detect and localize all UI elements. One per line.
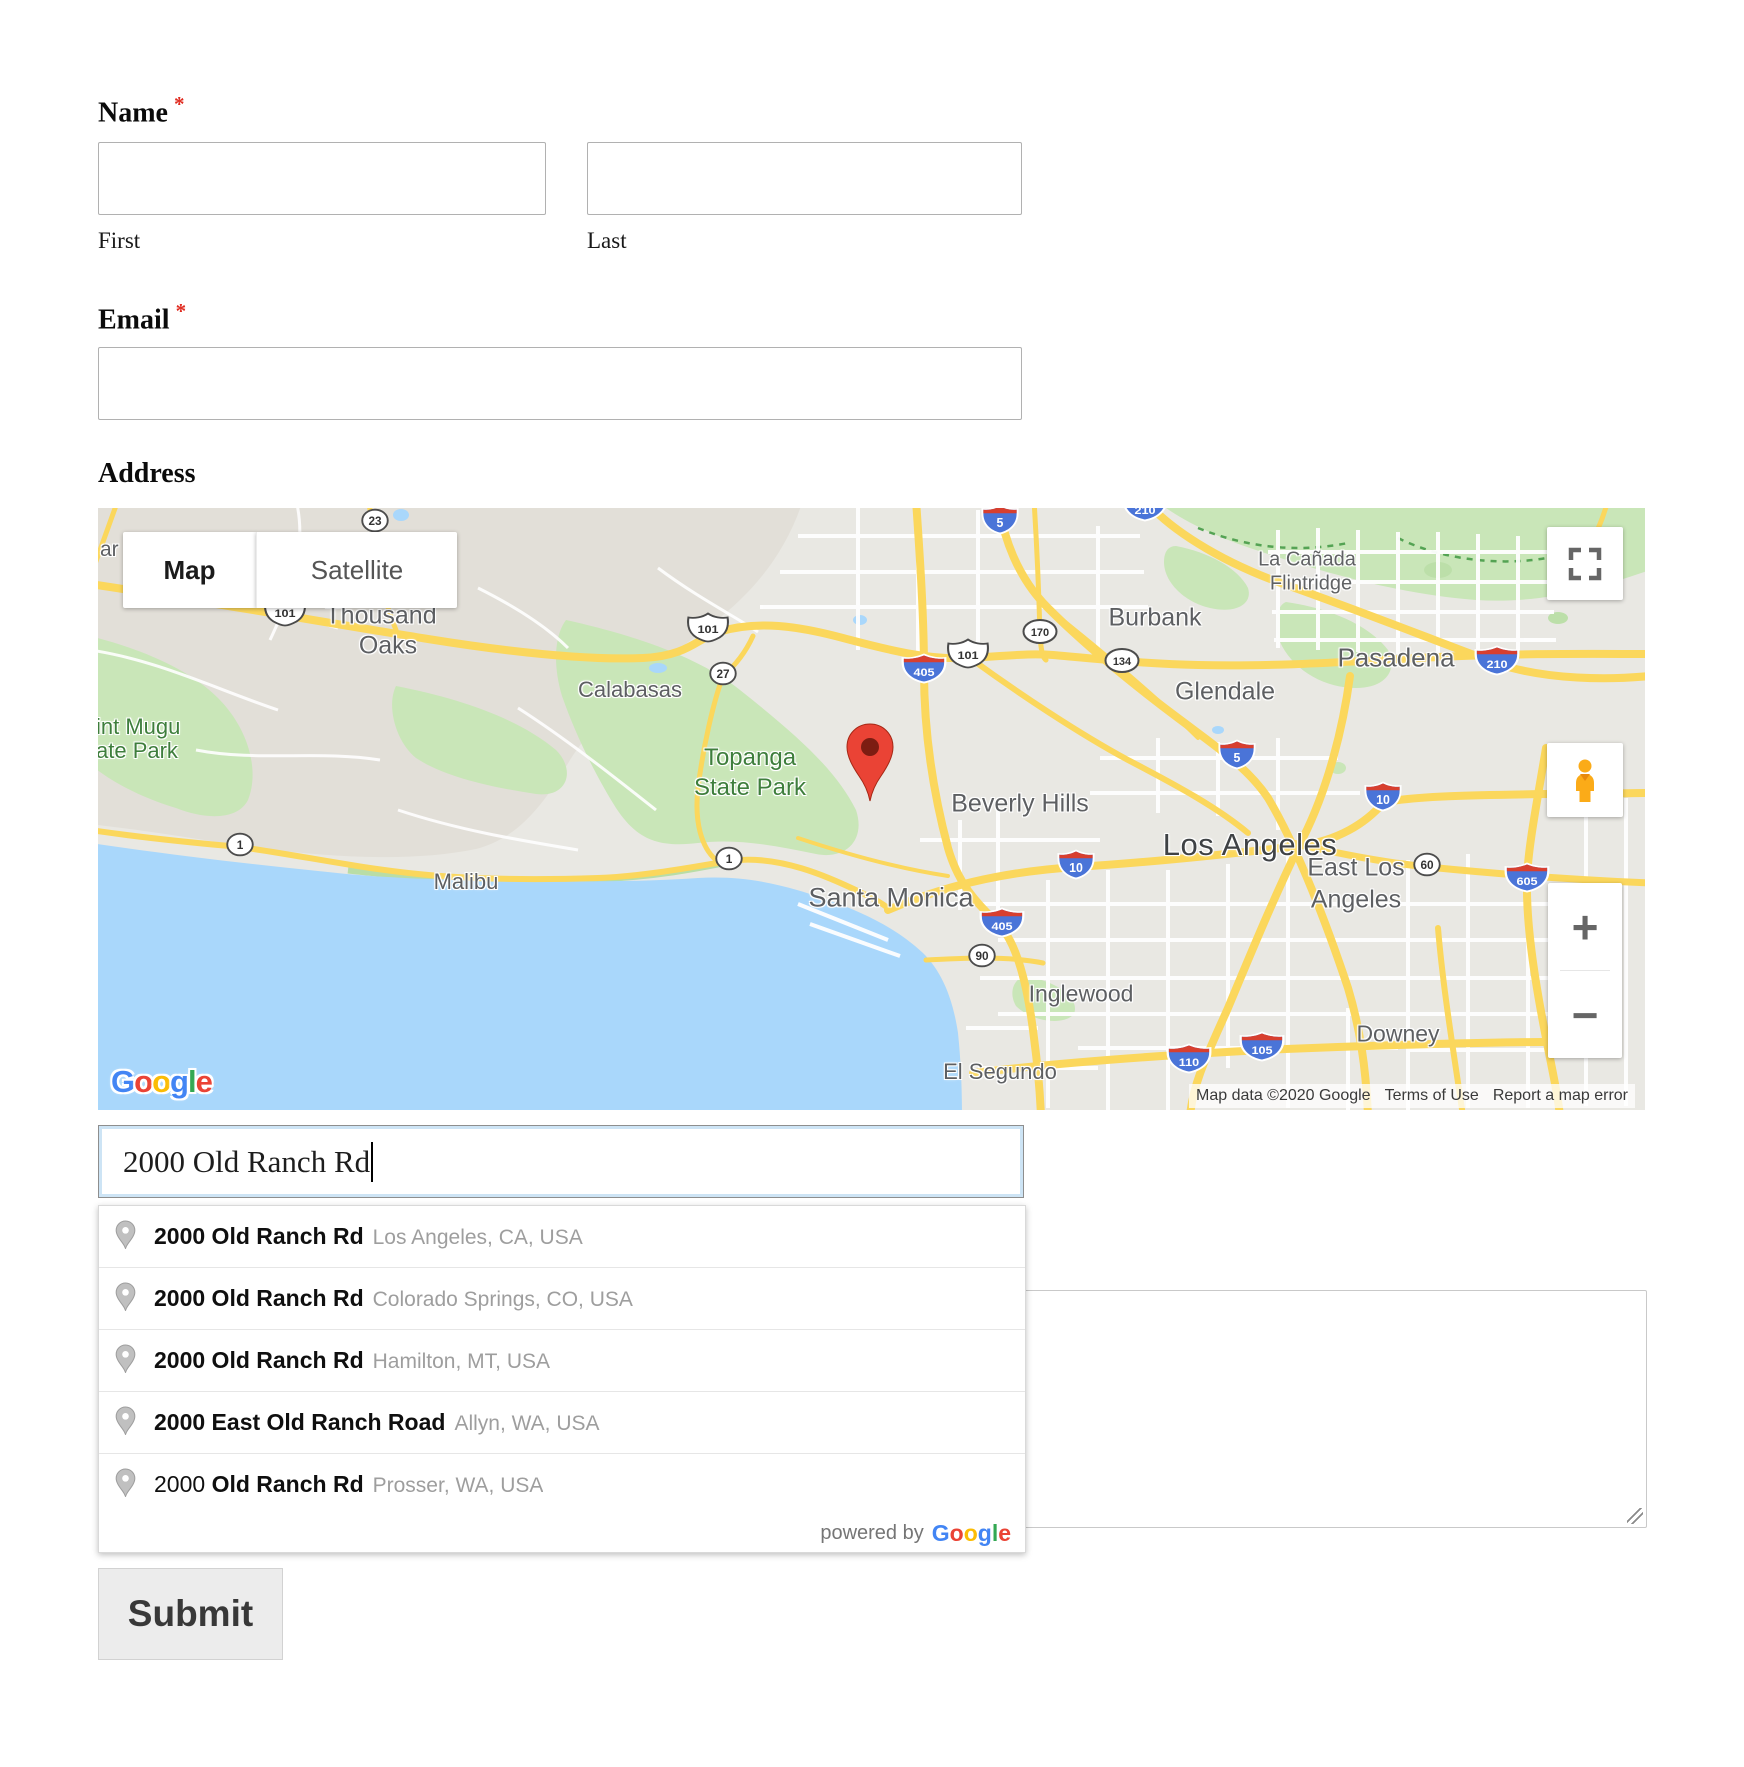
google-letter: l bbox=[188, 1064, 196, 1099]
google-letter: o bbox=[134, 1064, 152, 1099]
map-label: Pasadena bbox=[1337, 643, 1454, 674]
submit-button[interactable]: Submit bbox=[98, 1568, 283, 1660]
google-wordmark: Google bbox=[932, 1520, 1011, 1547]
google-letter: g bbox=[978, 1520, 992, 1546]
map-label: Downey bbox=[1356, 1021, 1439, 1048]
map-label: State Park bbox=[694, 774, 806, 802]
google-letter: o bbox=[964, 1520, 978, 1546]
location-pin-icon bbox=[115, 1406, 136, 1435]
map-label: Topanga bbox=[704, 744, 796, 772]
email-input[interactable] bbox=[98, 347, 1022, 420]
address-autocomplete-dropdown: 2000 Old Ranch RdLos Angeles, CA, USA 20… bbox=[98, 1205, 1026, 1553]
suggestion-text: 2000 East Old Ranch RoadAllyn, WA, USA bbox=[154, 1409, 600, 1436]
map-label: ate Park bbox=[98, 738, 178, 764]
last-name-input[interactable] bbox=[587, 142, 1022, 215]
map-label: Burbank bbox=[1108, 604, 1201, 633]
location-pin-icon bbox=[115, 1282, 136, 1311]
map-label: Inglewood bbox=[1029, 981, 1134, 1008]
google-logo[interactable]: Google bbox=[111, 1064, 212, 1100]
google-letter: e bbox=[998, 1520, 1011, 1546]
text-caret bbox=[371, 1142, 373, 1182]
google-letter: e bbox=[196, 1064, 212, 1099]
zoom-in-button[interactable]: + bbox=[1548, 883, 1622, 970]
address-input[interactable]: 2000 Old Ranch Rd bbox=[98, 1125, 1024, 1198]
pegman-button[interactable] bbox=[1547, 743, 1623, 817]
fullscreen-button[interactable] bbox=[1547, 527, 1623, 600]
map-label: La Cañada bbox=[1258, 549, 1356, 572]
suggestion-text: 2000 Old Ranch RdColorado Springs, CO, U… bbox=[154, 1285, 633, 1312]
map-label: Oaks bbox=[359, 632, 417, 661]
autocomplete-suggestion[interactable]: 2000 Old Ranch RdHamilton, MT, USA bbox=[99, 1329, 1025, 1391]
fullscreen-icon bbox=[1568, 547, 1602, 581]
map-label: ar bbox=[100, 538, 119, 562]
suggestion-text: 2000 Old Ranch RdProsser, WA, USA bbox=[154, 1471, 543, 1498]
address-label: Address bbox=[98, 458, 196, 490]
location-pin-icon bbox=[115, 1344, 136, 1373]
google-letter: G bbox=[111, 1064, 134, 1099]
suggestion-text: 2000 Old Ranch RdLos Angeles, CA, USA bbox=[154, 1223, 583, 1250]
autocomplete-suggestion[interactable]: 2000 Old Ranch RdProsser, WA, USA bbox=[99, 1453, 1025, 1515]
suggestion-text: 2000 Old Ranch RdHamilton, MT, USA bbox=[154, 1347, 550, 1374]
zoom-controls: + − bbox=[1548, 883, 1622, 1058]
zoom-out-button[interactable]: − bbox=[1548, 971, 1622, 1058]
name-label: Name* bbox=[98, 92, 184, 129]
address-input-value: 2000 Old Ranch Rd bbox=[123, 1144, 370, 1180]
map-label: El Segundo bbox=[943, 1059, 1057, 1085]
required-asterisk: * bbox=[176, 299, 187, 323]
required-asterisk: * bbox=[174, 92, 185, 116]
powered-by-google: powered by Google bbox=[99, 1515, 1025, 1552]
resize-handle[interactable] bbox=[1627, 1508, 1643, 1524]
autocomplete-suggestion[interactable]: 2000 Old Ranch RdColorado Springs, CO, U… bbox=[99, 1267, 1025, 1329]
google-letter: o bbox=[152, 1064, 170, 1099]
first-name-input[interactable] bbox=[98, 142, 546, 215]
map-label: Beverly Hills bbox=[951, 790, 1089, 819]
location-pin-icon bbox=[115, 1220, 136, 1249]
google-letter: g bbox=[170, 1064, 188, 1099]
last-sublabel: Last bbox=[587, 228, 627, 254]
map-attribution: Map data ©2020 Google Terms of Use Repor… bbox=[1189, 1084, 1635, 1108]
map-view-button[interactable]: Map bbox=[123, 532, 256, 608]
map-label: Malibu bbox=[434, 869, 499, 895]
google-letter: G bbox=[932, 1520, 950, 1546]
terms-of-use-link[interactable]: Terms of Use bbox=[1378, 1084, 1486, 1108]
map-label: East Los bbox=[1307, 854, 1404, 883]
autocomplete-suggestion[interactable]: 2000 East Old Ranch RoadAllyn, WA, USA bbox=[99, 1391, 1025, 1453]
location-pin-icon bbox=[115, 1468, 136, 1497]
google-letter: o bbox=[950, 1520, 964, 1546]
report-map-error-link[interactable]: Report a map error bbox=[1486, 1084, 1635, 1108]
map-label: int Mugu bbox=[98, 714, 180, 740]
map-label: Glendale bbox=[1175, 678, 1275, 707]
email-label: Email* bbox=[98, 299, 186, 336]
map-marker-icon bbox=[845, 723, 895, 810]
satellite-view-button[interactable]: Satellite bbox=[256, 532, 457, 608]
pegman-icon bbox=[1566, 758, 1604, 802]
map-label: Santa Monica bbox=[808, 883, 973, 914]
map-label: Angeles bbox=[1311, 886, 1401, 915]
autocomplete-suggestion[interactable]: 2000 Old Ranch RdLos Angeles, CA, USA bbox=[99, 1206, 1025, 1267]
map-label: Flintridge bbox=[1270, 573, 1352, 596]
map-label: Calabasas bbox=[578, 677, 682, 703]
map-data-text: Map data ©2020 Google bbox=[1189, 1084, 1378, 1108]
first-sublabel: First bbox=[98, 228, 140, 254]
google-map[interactable]: 5 210 405 405 10 10 5 110 105 bbox=[98, 508, 1645, 1110]
